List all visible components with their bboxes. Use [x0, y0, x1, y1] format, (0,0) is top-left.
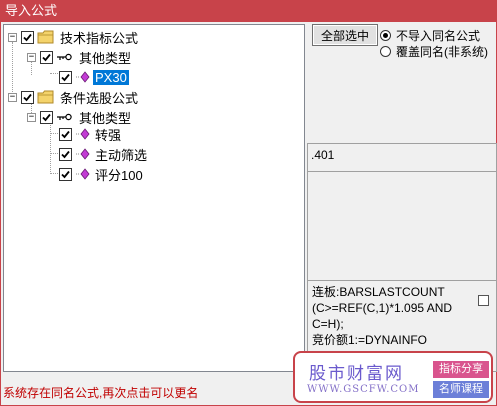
- formula-diamond-icon: [76, 148, 90, 160]
- formula-info-text: .401: [311, 148, 335, 162]
- collapse-toggle[interactable]: −: [27, 112, 36, 122]
- checkbox[interactable]: [21, 30, 34, 44]
- checkbox[interactable]: [40, 50, 53, 64]
- key-icon: [57, 53, 72, 61]
- radio-button[interactable]: [380, 46, 391, 57]
- tree-line: [50, 133, 58, 134]
- radio-label: 覆盖同名(非系统): [396, 45, 488, 59]
- watermark-title: 股市财富网: [309, 364, 404, 384]
- formula-diamond-icon: [76, 168, 90, 180]
- collapse-toggle[interactable]: −: [27, 52, 36, 62]
- formula-info-box: .401: [307, 143, 497, 172]
- tree-node-label: 其他类型: [79, 50, 132, 66]
- formula-line: 竞价额1:=DYNAINFO: [312, 333, 428, 347]
- tree-line: [50, 73, 58, 74]
- tree-node-label: 条件选股公式: [60, 90, 139, 106]
- checkbox[interactable]: [59, 147, 72, 161]
- watermark-url: WWW.GSCFW.COM: [307, 384, 420, 395]
- dialog-body: − 技术指标公式 − 其他类型 PX30 − 条件选股公式 − 其他类型 转强 …: [0, 22, 497, 406]
- tree-line: [50, 173, 58, 174]
- tree-node-tech-indicators[interactable]: − 技术指标公式: [8, 27, 140, 47]
- formula-line: (C>=REF(C,1)*1.095 AND: [312, 301, 453, 315]
- tree-node-other-types[interactable]: − 其他类型: [27, 47, 133, 67]
- key-icon: [57, 113, 72, 121]
- site-watermark: 股市财富网 WWW.GSCFW.COM 指标分享 名师课程: [293, 351, 493, 403]
- radio-no-import-duplicates[interactable]: 不导入同名公式: [380, 27, 480, 44]
- formula-line: 连板:BARSLASTCOUNT: [312, 285, 445, 299]
- tree-node-score100[interactable]: 评分100: [59, 164, 145, 184]
- tree-node-label: 评分100: [95, 167, 143, 183]
- watermark-tag-share: 指标分享: [433, 361, 489, 378]
- checkbox[interactable]: [21, 90, 34, 104]
- checkbox[interactable]: [59, 167, 72, 181]
- tree-node-active-filter[interactable]: 主动筛选: [59, 144, 149, 164]
- radio-overwrite-duplicates[interactable]: 覆盖同名(非系统): [380, 43, 488, 60]
- checkbox[interactable]: [59, 70, 72, 84]
- tree-line: [50, 153, 58, 154]
- window-title: 导入公式: [0, 0, 497, 22]
- tree-node-px30[interactable]: PX30: [59, 67, 129, 87]
- formula-tree[interactable]: − 技术指标公式 − 其他类型 PX30 − 条件选股公式 − 其他类型 转强 …: [3, 24, 305, 372]
- options-panel: 全部选中 不导入同名公式 覆盖同名(非系统) .401 连板:BARSLASTC…: [307, 22, 497, 406]
- tree-node-label: 主动筛选: [95, 147, 148, 163]
- tree-node-label: 技术指标公式: [60, 30, 139, 46]
- tree-line: [50, 122, 51, 174]
- tree-node-stock-screening[interactable]: − 条件选股公式: [8, 87, 140, 107]
- preview-checkbox[interactable]: [478, 295, 489, 306]
- folder-icon: [37, 90, 54, 104]
- radio-label: 不导入同名公式: [396, 29, 481, 43]
- checkbox[interactable]: [59, 127, 72, 141]
- tree-node-label: PX30: [93, 69, 129, 85]
- collapse-toggle[interactable]: −: [8, 92, 17, 102]
- checkbox[interactable]: [40, 110, 53, 124]
- collapse-toggle[interactable]: −: [8, 32, 17, 42]
- tree-node-label: 转强: [95, 127, 122, 143]
- watermark-tag-courses: 名师课程: [433, 381, 489, 398]
- select-all-button[interactable]: 全部选中: [312, 24, 378, 46]
- formula-line: C=H);: [312, 317, 344, 331]
- formula-diamond-icon: [76, 128, 90, 140]
- radio-button[interactable]: [380, 30, 391, 41]
- folder-icon: [37, 30, 54, 44]
- tree-node-turn-strong[interactable]: 转强: [59, 124, 123, 144]
- status-message: 系统存在同名公式,再次点击可以更名: [3, 386, 199, 400]
- formula-diamond-icon: [76, 71, 90, 83]
